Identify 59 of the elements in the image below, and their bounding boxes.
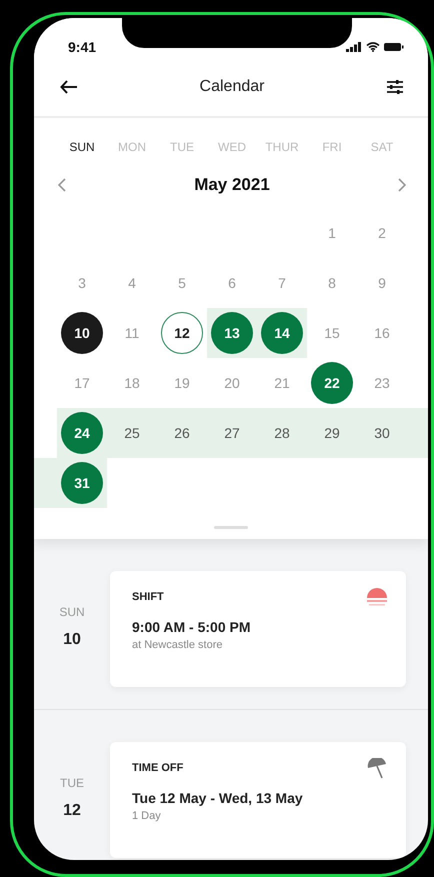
calendar-day[interactable]: 7 <box>261 262 303 304</box>
weekday-label: TUE <box>170 140 194 154</box>
calendar-day[interactable]: 2 <box>361 212 403 254</box>
weekday-label: THUR <box>265 140 299 154</box>
calendar-day[interactable]: 12 <box>161 312 203 354</box>
status-time: 9:41 <box>68 39 96 55</box>
calendar-day[interactable]: 23 <box>361 362 403 404</box>
event-type: TIME OFF <box>132 762 184 774</box>
calendar-day[interactable]: 25 <box>111 412 153 454</box>
weekday-label: MON <box>118 140 146 154</box>
agenda-day: 10 <box>63 631 81 649</box>
event-detail: at Newcastle store <box>132 639 224 651</box>
agenda-weekday: SUN <box>59 605 85 619</box>
back-arrow-icon <box>60 80 78 94</box>
calendar-day[interactable]: 19 <box>161 362 203 404</box>
battery-icon <box>384 42 404 52</box>
signal-icon <box>346 42 362 52</box>
screen-title: Calendar <box>200 78 264 96</box>
event-card[interactable]: TIME OFF Tue 12 May - Wed, 13 May 1 Day <box>110 742 406 858</box>
event-title: 9:00 AM - 5:00 PM <box>132 619 252 635</box>
event-card[interactable]: SHIFT 9:00 AM - 5:00 PM at Newcastle store <box>110 571 406 687</box>
calendar-day[interactable]: 5 <box>161 262 203 304</box>
calendar-day[interactable]: 17 <box>61 362 103 404</box>
calendar-day[interactable]: 4 <box>111 262 153 304</box>
calendar-day[interactable]: 15 <box>311 312 353 354</box>
calendar-day[interactable]: 9 <box>361 262 403 304</box>
calendar-day[interactable]: 16 <box>361 312 403 354</box>
sliders-icon <box>386 79 404 95</box>
calendar-day[interactable]: 30 <box>361 412 403 454</box>
calendar-day[interactable]: 3 <box>61 262 103 304</box>
sunset-icon <box>366 587 388 607</box>
calendar-day[interactable]: 26 <box>161 412 203 454</box>
weekday-label: FRI <box>322 140 342 154</box>
calendar-day[interactable]: 22 <box>311 362 353 404</box>
umbrella-icon <box>366 758 388 780</box>
event-type: SHIFT <box>132 591 164 603</box>
chevron-right-icon <box>398 178 406 192</box>
weekday-label: SAT <box>370 140 394 154</box>
weekday-label: WED <box>218 140 246 154</box>
calendar-day[interactable]: 27 <box>211 412 253 454</box>
month-title: May 2021 <box>194 175 270 195</box>
calendar-day[interactable]: 6 <box>211 262 253 304</box>
drag-handle[interactable] <box>214 526 248 529</box>
calendar-day[interactable]: 18 <box>111 362 153 404</box>
wifi-icon <box>366 42 380 52</box>
calendar-day[interactable]: 8 <box>311 262 353 304</box>
calendar-day[interactable]: 29 <box>311 412 353 454</box>
chevron-left-icon <box>58 178 66 192</box>
calendar-day[interactable]: 28 <box>261 412 303 454</box>
calendar-day[interactable]: 1 <box>311 212 353 254</box>
agenda-day: 12 <box>63 802 81 820</box>
agenda-weekday: TUE <box>60 776 84 790</box>
calendar-day[interactable]: 20 <box>211 362 253 404</box>
calendar-day[interactable]: 10 <box>61 312 103 354</box>
calendar-day[interactable]: 11 <box>111 312 153 354</box>
event-title: Tue 12 May - Wed, 13 May <box>132 790 304 806</box>
weekday-label: SUN <box>69 140 95 154</box>
calendar-day[interactable]: 21 <box>261 362 303 404</box>
event-detail: 1 Day <box>132 810 162 822</box>
